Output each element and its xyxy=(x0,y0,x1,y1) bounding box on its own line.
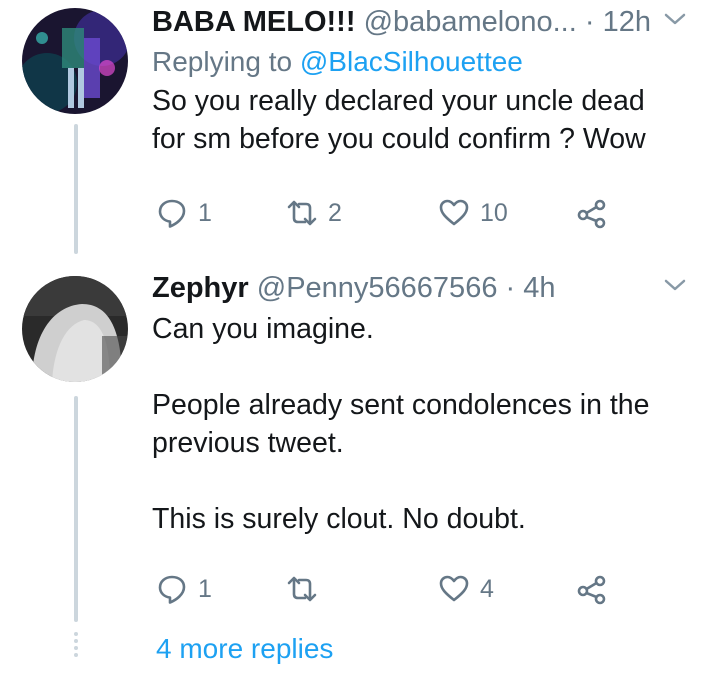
user-handle[interactable]: @Penny56667566 xyxy=(257,272,498,304)
tweet-text-line: People already sent condolences in the xyxy=(152,389,650,421)
timestamp[interactable]: 4h xyxy=(523,272,555,304)
share-icon xyxy=(577,575,606,605)
thread-line xyxy=(74,124,78,254)
reply-count: 1 xyxy=(198,574,212,603)
mention-link[interactable]: @BlacSilhouettee xyxy=(300,46,523,77)
reply-button[interactable]: 1 xyxy=(156,569,212,609)
reply-count: 1 xyxy=(198,198,212,227)
tweet[interactable]: Zephyr @Penny56667566 · 4h Can you imagi… xyxy=(152,270,696,538)
share-button[interactable] xyxy=(576,569,608,609)
chevron-down-icon[interactable] xyxy=(662,274,688,296)
separator: · xyxy=(505,272,516,304)
more-replies-link[interactable]: 4 more replies xyxy=(156,633,333,665)
share-button[interactable] xyxy=(576,193,608,233)
retweet-button[interactable] xyxy=(286,569,328,609)
tweet-text-line: Can you imagine. xyxy=(152,313,374,345)
heart-icon xyxy=(439,199,469,226)
tweet-text: Can you imagine. People already sent con… xyxy=(152,310,696,538)
reply-button[interactable]: 1 xyxy=(156,193,212,233)
like-count: 10 xyxy=(480,198,508,227)
share-icon xyxy=(577,199,606,229)
tweet-text-line xyxy=(152,462,696,500)
timestamp[interactable]: 12h xyxy=(603,6,651,38)
avatar[interactable] xyxy=(22,276,128,382)
retweet-icon xyxy=(287,200,317,226)
like-button[interactable]: 4 xyxy=(438,569,494,609)
tweet-text-line: This is surely clout. No doubt. xyxy=(152,503,526,535)
like-button[interactable]: 10 xyxy=(438,193,508,233)
reply-icon xyxy=(158,199,186,228)
tweet-actions: 1 2 10 xyxy=(152,193,622,233)
tweet-text-line: previous tweet. xyxy=(152,427,344,459)
thread-line xyxy=(74,396,78,622)
display-name[interactable]: BABA MELO!!! xyxy=(152,6,356,38)
avatar[interactable] xyxy=(22,8,128,114)
thread-dots xyxy=(74,632,78,660)
heart-icon xyxy=(439,575,469,602)
tweet-text-line xyxy=(152,348,696,386)
chevron-down-icon[interactable] xyxy=(662,8,688,30)
separator: · xyxy=(584,6,595,38)
tweet-header: Zephyr @Penny56667566 · 4h xyxy=(152,270,696,306)
tweet-header: BABA MELO!!! @babamelono... · 12h xyxy=(152,4,696,40)
tweet-text-line: So you really declared your uncle dead xyxy=(152,85,645,117)
replying-to-label: Replying to xyxy=(152,46,293,77)
tweet-text: So you really declared your uncle dead f… xyxy=(152,82,696,158)
retweet-button[interactable]: 2 xyxy=(286,193,342,233)
like-count: 4 xyxy=(480,574,494,603)
reply-icon xyxy=(158,575,186,604)
replying-to: Replying to @BlacSilhouettee xyxy=(152,44,696,80)
retweet-icon xyxy=(287,576,317,602)
tweet-text-line: for sm before you could confirm ? Wow xyxy=(152,123,646,155)
tweet-actions: 1 4 xyxy=(152,569,622,609)
user-handle[interactable]: @babamelono... xyxy=(364,6,577,38)
tweet[interactable]: BABA MELO!!! @babamelono... · 12h Replyi… xyxy=(152,4,696,158)
retweet-count: 2 xyxy=(328,198,342,227)
display-name[interactable]: Zephyr xyxy=(152,272,249,304)
